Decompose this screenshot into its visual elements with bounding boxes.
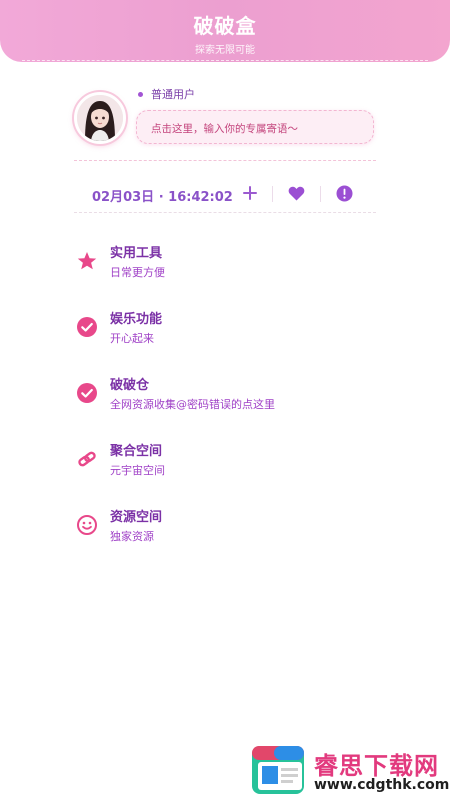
- menu-item-tools[interactable]: 实用工具 日常更方便: [74, 236, 376, 284]
- site-watermark: 睿思下载网 www.cdgthk.com: [248, 738, 450, 800]
- profile-section: 普通用户 点击这里，输入你的专属寄语～: [74, 86, 376, 150]
- datetime-display: 02月03日 · 16:42:02: [92, 190, 233, 205]
- heart-icon: [288, 186, 304, 200]
- watermark-text: 睿思下载网: [314, 752, 439, 780]
- watermark-logo: [248, 742, 308, 798]
- signature-input[interactable]: 点击这里，输入你的专属寄语～: [136, 110, 374, 144]
- menu-item-title: 实用工具: [110, 246, 163, 261]
- menu-item-title: 娱乐功能: [110, 312, 163, 327]
- avatar-icon: [77, 95, 123, 141]
- link-icon: [76, 448, 98, 470]
- toolbar-separator: [272, 186, 273, 202]
- favorite-button[interactable]: [285, 182, 307, 204]
- menu-item-desc: 开心起来: [110, 332, 154, 345]
- app-header: 破破盒 探索无限可能: [0, 0, 450, 62]
- menu-item-desc: 日常更方便: [110, 266, 165, 279]
- star-icon: [76, 250, 98, 272]
- plus-icon: [243, 186, 257, 200]
- menu-item-popocang[interactable]: 破破仓 全网资源收集@密码错误的点这里: [74, 368, 376, 416]
- check-circle-icon: [76, 316, 98, 338]
- add-button[interactable]: [239, 182, 261, 204]
- alert-icon: [336, 185, 352, 201]
- check-circle-icon: [76, 382, 98, 404]
- menu-item-desc: 全网资源收集@密码错误的点这里: [110, 398, 275, 411]
- user-type-text: 普通用户: [151, 88, 195, 101]
- user-type-label: 普通用户: [138, 86, 195, 102]
- toolbar-separator: [320, 186, 321, 202]
- menu-item-desc: 元宇宙空间: [110, 464, 165, 477]
- divider: [74, 160, 376, 161]
- header-dashed-border: [22, 60, 428, 61]
- menu-item-desc: 独家资源: [110, 530, 154, 543]
- menu-item-title: 聚合空间: [110, 444, 163, 459]
- menu-item-title: 资源空间: [110, 510, 163, 525]
- app-subtitle: 探索无限可能: [195, 45, 255, 56]
- alert-button[interactable]: [333, 182, 355, 204]
- smiley-icon: [76, 514, 98, 536]
- toolbar: 02月03日 · 16:42:02: [74, 178, 376, 210]
- menu-item-title: 破破仓: [110, 378, 150, 393]
- menu-item-resource-space[interactable]: 资源空间 独家资源: [74, 500, 376, 548]
- avatar[interactable]: [74, 92, 126, 144]
- status-dot: [138, 91, 143, 97]
- divider: [74, 212, 376, 213]
- watermark-url: www.cdgthk.com: [314, 777, 450, 793]
- app-title: 破破盒: [193, 14, 257, 38]
- menu-item-aggregate-space[interactable]: 聚合空间 元宇宙空间: [74, 434, 376, 482]
- menu-item-entertainment[interactable]: 娱乐功能 开心起来: [74, 302, 376, 350]
